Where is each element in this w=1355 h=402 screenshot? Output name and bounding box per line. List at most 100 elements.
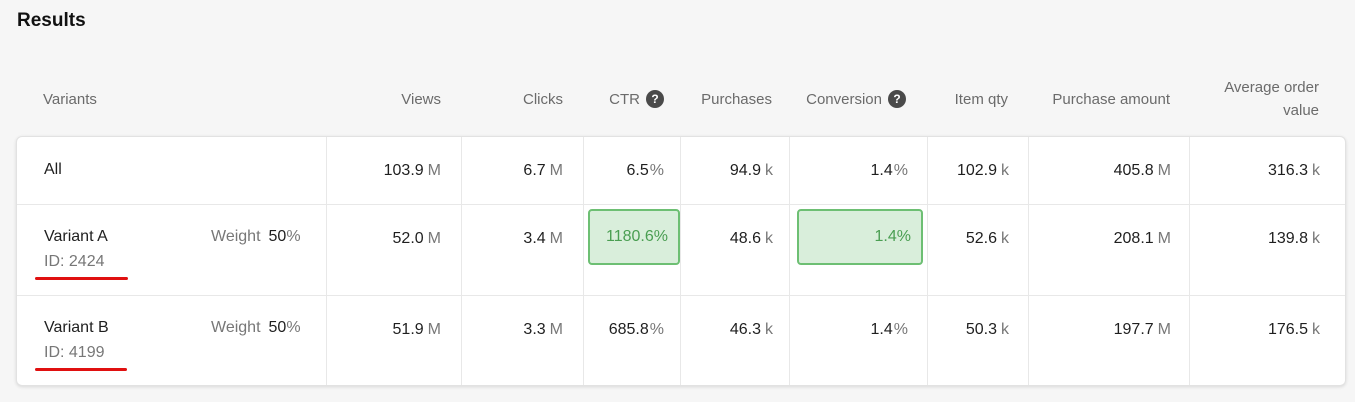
variant-weight: Weight 50% <box>211 319 301 337</box>
conversion-unit: % <box>893 320 908 338</box>
item-qty-value: 52.6 <box>965 229 997 247</box>
header-average-order-value[interactable]: Average order value <box>1195 76 1319 122</box>
views-unit: M <box>427 229 441 247</box>
purchases-unit: k <box>765 229 773 247</box>
variant-id: ID: 4199 <box>44 344 105 361</box>
views-unit: M <box>427 161 441 179</box>
conversion-unit: % <box>893 161 908 179</box>
help-icon[interactable]: ? <box>888 90 906 108</box>
table-row-variant-b: Variant B ID: 4199 Weight 50% 51.9 M 3.3 M … <box>17 296 1345 385</box>
item-qty-cell: 102.9 k <box>928 137 1009 204</box>
ctr-unit: % <box>649 320 664 338</box>
ctr-value: 6.5 <box>626 161 649 179</box>
views-value: 52.0 <box>392 229 424 247</box>
weight-label: Weight <box>211 228 261 245</box>
views-value: 51.9 <box>392 320 424 338</box>
clicks-cell: 3.4 M <box>462 205 563 272</box>
purchase-amount-unit: M <box>1157 320 1171 338</box>
ctr-value: 685.8 <box>608 320 649 338</box>
header-variants: Variants <box>43 90 97 108</box>
aov-cell: 316.3 k <box>1190 137 1320 204</box>
purchases-cell: 48.6 k <box>681 205 773 272</box>
weight-value: 50 <box>268 319 287 336</box>
ctr-highlight-cell: 1180.6% <box>588 209 680 265</box>
page-title: Results <box>17 10 86 31</box>
conversion-cell: 1.4% <box>790 296 908 363</box>
purchase-amount-value: 405.8 <box>1113 161 1154 179</box>
purchases-value: 48.6 <box>729 229 761 247</box>
purchase-amount-value: 197.7 <box>1113 320 1154 338</box>
ctr-cell: 6.5% <box>584 137 664 204</box>
ctr-unit: % <box>649 161 664 179</box>
purchase-amount-cell: 208.1 M <box>1029 205 1171 272</box>
clicks-unit: M <box>549 320 563 338</box>
variant-name: Variant A <box>44 228 108 245</box>
purchase-amount-cell: 405.8 M <box>1029 137 1171 204</box>
results-table: All 103.9 M 6.7 M 6.5% 94.9 k 1.4% 102.9 k 4… <box>16 136 1346 386</box>
purchases-value: 94.9 <box>729 161 761 179</box>
header-conversion-label: Conversion <box>806 90 882 108</box>
red-underline-annotation <box>35 277 128 280</box>
item-qty-unit: k <box>1001 229 1009 247</box>
purchases-value: 46.3 <box>729 320 761 338</box>
weight-unit: % <box>286 228 301 245</box>
clicks-value: 3.4 <box>523 229 546 247</box>
results-page: Results Variants Views Clicks CTR ? Purc… <box>0 0 1355 402</box>
aov-value: 316.3 <box>1267 161 1308 179</box>
table-row-all: All 103.9 M 6.7 M 6.5% 94.9 k 1.4% 102.9 k 4… <box>17 137 1345 204</box>
item-qty-cell: 50.3 k <box>928 296 1009 363</box>
purchases-unit: k <box>765 161 773 179</box>
aov-value: 139.8 <box>1267 229 1308 247</box>
aov-unit: k <box>1312 161 1320 179</box>
header-clicks[interactable]: Clicks <box>462 76 563 122</box>
conversion-highlight-cell: 1.4% <box>797 209 923 265</box>
header-purchases[interactable]: Purchases <box>680 76 772 122</box>
item-qty-value: 102.9 <box>956 161 997 179</box>
table-row-variant-a: Variant A ID: 2424 Weight 50% 52.0 M 3.4 M … <box>17 205 1345 295</box>
item-qty-value: 50.3 <box>965 320 997 338</box>
red-underline-annotation <box>35 368 127 371</box>
aov-unit: k <box>1312 229 1320 247</box>
header-aov-line2: value <box>1283 102 1319 119</box>
aov-value: 176.5 <box>1267 320 1308 338</box>
weight-value: 50 <box>268 228 287 245</box>
header-conversion[interactable]: Conversion ? <box>790 76 906 122</box>
aov-unit: k <box>1312 320 1320 338</box>
header-purchase-amount[interactable]: Purchase amount <box>1030 76 1170 122</box>
clicks-cell: 6.7 M <box>462 137 563 204</box>
purchases-cell: 46.3 k <box>681 296 773 363</box>
variant-name: Variant B <box>44 319 109 336</box>
purchases-unit: k <box>765 320 773 338</box>
ctr-cell: 685.8% <box>584 296 664 363</box>
header-views[interactable]: Views <box>330 76 441 122</box>
clicks-cell: 3.3 M <box>462 296 563 363</box>
clicks-unit: M <box>549 161 563 179</box>
help-icon[interactable]: ? <box>646 90 664 108</box>
views-unit: M <box>427 320 441 338</box>
views-cell: 52.0 M <box>327 205 441 272</box>
item-qty-unit: k <box>1001 161 1009 179</box>
purchase-amount-value: 208.1 <box>1113 229 1154 247</box>
variant-id: ID: 2424 <box>44 253 105 270</box>
variant-name: All <box>44 161 62 178</box>
variant-weight: Weight 50% <box>211 228 301 246</box>
views-value: 103.9 <box>383 161 424 179</box>
clicks-value: 3.3 <box>523 320 546 338</box>
purchases-cell: 94.9 k <box>681 137 773 204</box>
header-item-qty[interactable]: Item qty <box>930 76 1008 122</box>
clicks-value: 6.7 <box>523 161 546 179</box>
aov-cell: 139.8 k <box>1190 205 1320 272</box>
views-cell: 103.9 M <box>327 137 441 204</box>
views-cell: 51.9 M <box>327 296 441 363</box>
header-ctr[interactable]: CTR ? <box>585 76 664 122</box>
purchase-amount-cell: 197.7 M <box>1029 296 1171 363</box>
item-qty-unit: k <box>1001 320 1009 338</box>
clicks-unit: M <box>549 229 563 247</box>
header-ctr-label: CTR <box>609 90 640 108</box>
conversion-cell: 1.4% <box>790 137 908 204</box>
weight-label: Weight <box>211 319 261 336</box>
weight-unit: % <box>286 319 301 336</box>
item-qty-cell: 52.6 k <box>928 205 1009 272</box>
purchase-amount-unit: M <box>1157 161 1171 179</box>
header-aov-line1: Average order <box>1224 79 1319 96</box>
